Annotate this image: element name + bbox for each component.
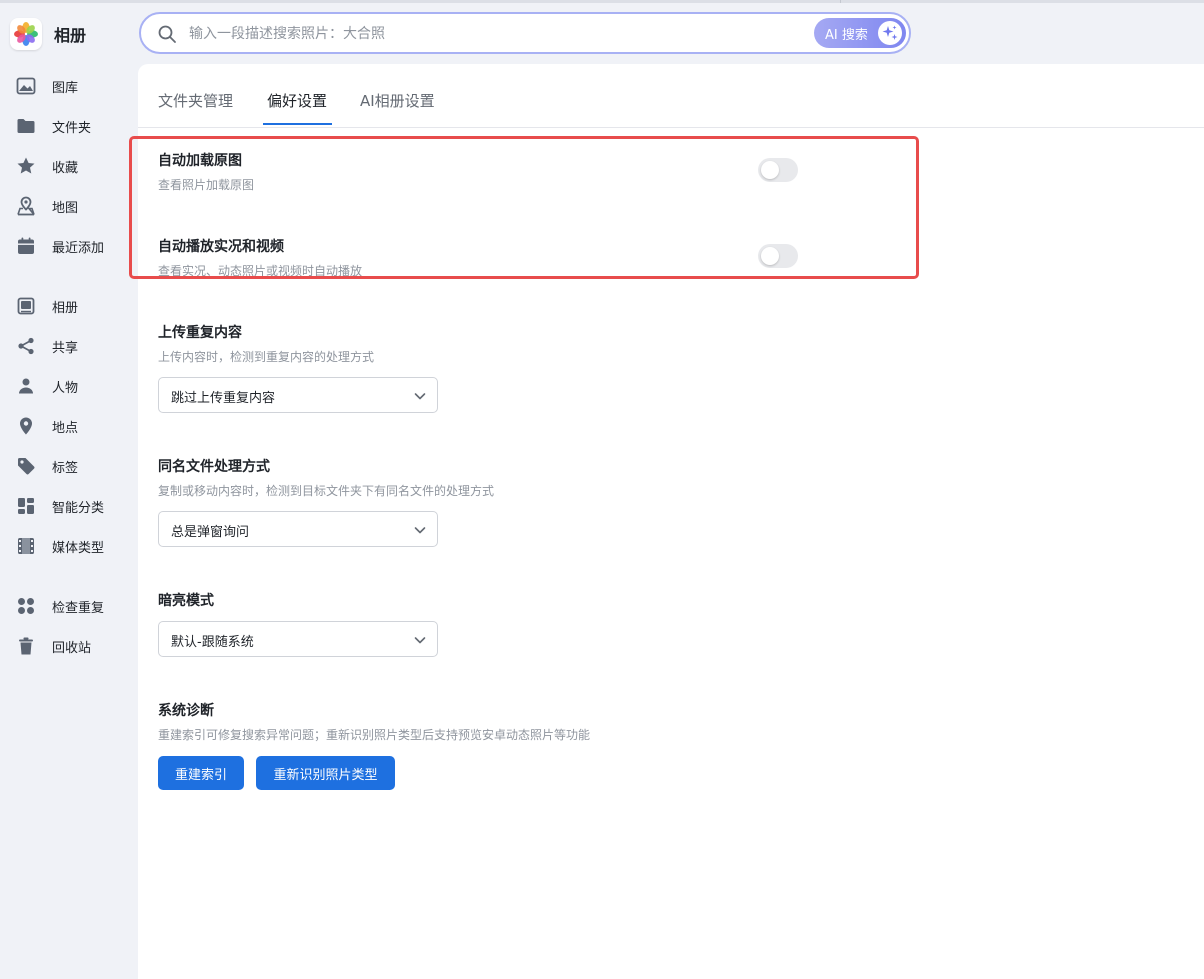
sidebar-item-label: 地图 xyxy=(52,200,79,216)
same-name-title: 同名文件处理方式 xyxy=(158,459,270,475)
select-value: 总是弹窗询问 xyxy=(171,525,250,540)
main-panel: 文件夹管理 偏好设置 AI相册设置 自动加载原图 查看照片加载原图 自动播放实况… xyxy=(138,64,1204,979)
toggle-knob xyxy=(761,247,779,265)
same-name-desc: 复制或移动内容时，检测到目标文件夹下有同名文件的处理方式 xyxy=(158,484,495,498)
diagnostics-desc: 重建索引可修复搜索异常问题；重新识别照片类型后支持预览安卓动态照片等功能 xyxy=(158,728,591,742)
sidebar-item-trash[interactable]: 回收站 xyxy=(0,626,138,666)
duplicate-icon xyxy=(18,598,34,614)
select-value: 跳过上传重复内容 xyxy=(171,391,276,406)
select-value: 默认-跟随系统 xyxy=(171,635,254,650)
chevron-down-icon xyxy=(414,527,426,534)
sidebar-item-gallery[interactable]: 图库 xyxy=(0,66,138,106)
sidebar-item-map[interactable]: 地图 xyxy=(0,186,138,226)
sidebar-item-label: 图库 xyxy=(52,80,79,96)
dark-mode-select[interactable]: 默认-跟随系统 xyxy=(158,621,438,657)
active-tab-indicator xyxy=(263,123,332,125)
chevron-down-icon xyxy=(414,637,426,644)
sidebar-item-label: 文件夹 xyxy=(52,120,92,136)
auto-load-original-toggle[interactable] xyxy=(758,158,798,182)
search-bar: AI 搜索 xyxy=(139,12,911,54)
upload-duplicate-desc: 上传内容时，检测到重复内容的处理方式 xyxy=(158,350,375,364)
autoplay-live-title: 自动播放实况和视频 xyxy=(158,239,284,255)
sidebar-item-label: 地点 xyxy=(52,420,79,436)
sparkle-icon xyxy=(878,21,902,45)
sidebar-item-places[interactable]: 地点 xyxy=(0,406,138,446)
sidebar-item-label: 检查重复 xyxy=(52,600,105,616)
sidebar-item-label: 回收站 xyxy=(52,640,92,656)
ai-search-button[interactable]: AI 搜索 xyxy=(814,18,906,48)
sidebar-item-recent[interactable]: 最近添加 xyxy=(0,226,138,266)
upload-duplicate-title: 上传重复内容 xyxy=(158,325,242,341)
tab-preferences[interactable]: 偏好设置 xyxy=(267,90,327,111)
ai-search-label: AI 搜索 xyxy=(825,27,868,43)
same-name-select[interactable]: 总是弹窗询问 xyxy=(158,511,438,547)
toggle-knob xyxy=(761,161,779,179)
star-icon xyxy=(17,157,35,174)
sidebar-item-media-type[interactable]: 媒体类型 xyxy=(0,526,138,566)
search-input[interactable] xyxy=(187,20,791,48)
window-top-edge xyxy=(0,0,1204,3)
film-icon xyxy=(18,538,34,554)
sidebar-item-label: 共享 xyxy=(52,340,79,356)
album-icon xyxy=(17,297,35,315)
sidebar-item-folder[interactable]: 文件夹 xyxy=(0,106,138,146)
dark-mode-title: 暗亮模式 xyxy=(158,593,214,609)
auto-load-original-title: 自动加载原图 xyxy=(158,153,242,169)
tab-folder-management[interactable]: 文件夹管理 xyxy=(158,90,233,111)
share-icon xyxy=(18,337,34,355)
location-pin-icon xyxy=(20,417,32,435)
sidebar-item-label: 相册 xyxy=(52,300,79,316)
auto-load-original-desc: 查看照片加载原图 xyxy=(158,178,255,192)
search-icon xyxy=(158,25,176,43)
rebuild-index-button[interactable]: 重建索引 xyxy=(158,756,244,790)
grid-icon xyxy=(18,498,34,514)
reidentify-photo-type-button[interactable]: 重新识别照片类型 xyxy=(256,756,395,790)
folder-icon xyxy=(17,119,35,133)
sidebar-item-label: 智能分类 xyxy=(52,500,105,516)
diagnostics-title: 系统诊断 xyxy=(158,703,214,719)
sidebar-item-people[interactable]: 人物 xyxy=(0,366,138,406)
calendar-icon xyxy=(18,237,34,254)
tab-ai-album-settings[interactable]: AI相册设置 xyxy=(360,90,435,111)
tab-bar: 文件夹管理 偏好设置 AI相册设置 xyxy=(138,64,1204,128)
autoplay-live-toggle[interactable] xyxy=(758,244,798,268)
sidebar-item-tags[interactable]: 标签 xyxy=(0,446,138,486)
sidebar-item-check-duplicates[interactable]: 检查重复 xyxy=(0,586,138,626)
sidebar: 相册 图库 文件夹 收藏 地图 最近添加 相册 共享 人物 地点 标签 智能分类… xyxy=(0,0,138,979)
map-icon xyxy=(17,196,35,216)
app-logo-icon xyxy=(10,18,42,50)
upload-duplicate-select[interactable]: 跳过上传重复内容 xyxy=(158,377,438,413)
sidebar-item-smart-category[interactable]: 智能分类 xyxy=(0,486,138,526)
trash-icon xyxy=(19,637,33,655)
sidebar-item-share[interactable]: 共享 xyxy=(0,326,138,366)
sidebar-item-label: 最近添加 xyxy=(52,240,105,256)
brand: 相册 xyxy=(10,18,86,50)
sidebar-item-label: 标签 xyxy=(52,460,79,476)
sidebar-item-label: 人物 xyxy=(52,380,79,396)
sidebar-item-label: 媒体类型 xyxy=(52,540,105,556)
autoplay-live-desc: 查看实况、动态照片或视频时自动播放 xyxy=(158,264,363,278)
image-icon xyxy=(16,77,36,95)
sidebar-item-favorites[interactable]: 收藏 xyxy=(0,146,138,186)
tag-icon xyxy=(18,458,35,475)
app-title: 相册 xyxy=(54,26,87,45)
sidebar-item-albums[interactable]: 相册 xyxy=(0,286,138,326)
sidebar-item-label: 收藏 xyxy=(52,160,79,176)
chevron-down-icon xyxy=(414,393,426,400)
person-icon xyxy=(19,378,33,394)
